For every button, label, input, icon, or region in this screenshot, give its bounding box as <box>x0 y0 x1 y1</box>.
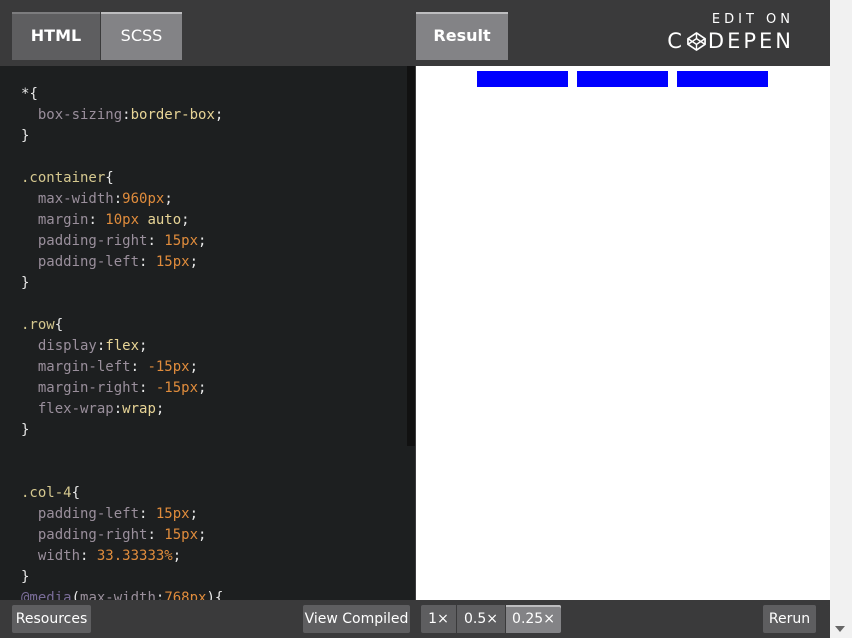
code-token: padding-left <box>37 254 140 270</box>
code-token: width <box>37 548 81 564</box>
code-token: .row <box>21 317 55 333</box>
code-token: border-box <box>130 107 215 123</box>
zoom-0-5x-button[interactable]: 0.5× <box>457 605 505 633</box>
tab-result[interactable]: Result <box>416 12 508 60</box>
code-block: *{ box-sizing:border-box; } .container{ … <box>0 66 407 600</box>
code-token: margin-left <box>37 359 131 375</box>
scroll-down-arrow-icon[interactable] <box>835 626 845 632</box>
result-col-box <box>477 71 568 87</box>
code-token: padding-right <box>37 527 148 543</box>
result-col-box <box>577 71 668 87</box>
code-token: auto <box>147 212 182 228</box>
code-token: -15px <box>147 359 190 375</box>
code-token: 15px <box>164 233 199 249</box>
code-token: } <box>21 275 30 291</box>
edit-on-label: EDIT ON <box>711 12 794 27</box>
code-token: flex <box>105 338 140 354</box>
code-token: { <box>105 170 114 186</box>
code-token: box-sizing <box>37 107 123 123</box>
codepen-wordmark-suffix: DEPEN <box>707 29 794 53</box>
code-token: 33.33333% <box>96 548 173 564</box>
page-scrollbar[interactable] <box>830 0 852 638</box>
rerun-button[interactable]: Rerun <box>763 605 816 633</box>
code-token: max-width <box>80 590 156 600</box>
code-token: .col-4 <box>21 485 72 501</box>
code-token: 15px <box>155 254 190 270</box>
code-token: -15px <box>155 380 199 396</box>
zoom-1x-button[interactable]: 1× <box>421 605 456 633</box>
tab-scss[interactable]: SCSS <box>101 12 182 60</box>
code-token: 15px <box>164 527 199 543</box>
view-compiled-button[interactable]: View Compiled <box>303 605 410 633</box>
resources-button[interactable]: Resources <box>12 605 91 633</box>
code-token: max-width <box>37 191 114 207</box>
code-token: wrap <box>122 401 156 417</box>
code-token: display <box>37 338 97 354</box>
code-token: 15px <box>155 506 190 522</box>
code-token: padding-left <box>37 506 140 522</box>
code-token: 960px <box>122 191 165 207</box>
code-token: { <box>29 86 38 102</box>
codepen-embed: HTML SCSS Result EDIT ON C DEPEN *{ box-… <box>0 0 852 638</box>
code-token: .container <box>21 170 106 186</box>
code-token: { <box>71 485 81 501</box>
result-col-box <box>677 71 768 87</box>
scss-code-editor[interactable]: *{ box-sizing:border-box; } .container{ … <box>0 66 407 600</box>
code-token: margin-right <box>37 380 140 396</box>
edit-on-codepen-link[interactable]: EDIT ON C DEPEN <box>667 12 794 54</box>
code-token: } <box>21 569 30 585</box>
result-preview <box>416 66 830 600</box>
code-token: 10px <box>105 212 140 228</box>
code-token: } <box>21 422 30 438</box>
code-token: { <box>54 317 64 333</box>
code-token: margin <box>37 212 89 228</box>
code-token: flex-wrap <box>37 401 114 417</box>
codepen-wordmark: C DEPEN <box>667 28 794 54</box>
top-bar: HTML SCSS Result EDIT ON C DEPEN <box>0 0 830 66</box>
code-token: @media <box>21 590 72 600</box>
code-token: padding-right <box>37 233 148 249</box>
code-token: 768px <box>164 590 207 600</box>
tab-html[interactable]: HTML <box>12 12 100 60</box>
codepen-logo-icon <box>687 31 706 51</box>
bottom-bar: Resources View Compiled 1× 0.5× 0.25× Re… <box>0 600 830 638</box>
editor-scrollbar-thumb[interactable] <box>407 66 415 446</box>
codepen-wordmark-prefix: C <box>667 29 685 53</box>
code-token: } <box>21 128 30 144</box>
editor-scrollbar-track[interactable] <box>407 446 415 600</box>
zoom-0-25x-button[interactable]: 0.25× <box>506 605 561 633</box>
